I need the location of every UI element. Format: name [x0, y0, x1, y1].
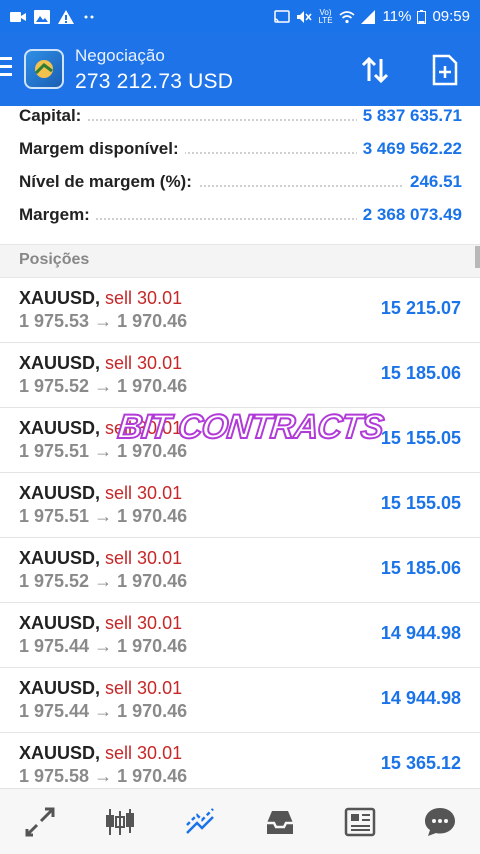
volte-label: Vo) LTE — [318, 7, 333, 25]
summary-value: 2 368 073.49 — [356, 205, 462, 225]
bottom-nav — [0, 788, 480, 854]
position-side: sell 30.01 — [105, 678, 183, 698]
position-symbol: XAUUSD, sell 30.01 — [19, 353, 183, 373]
position-row[interactable]: XAUUSD, sell 30.01 1 975.44 → 1 970.46 1… — [0, 603, 480, 668]
position-prices: 1 975.58 → 1 970.46 — [19, 766, 188, 786]
position-symbol: XAUUSD, sell 30.01 — [19, 483, 183, 503]
watermark: BIT CONTRACTS — [115, 407, 386, 447]
app-bar: Negociação 273 212.73 USD — [0, 33, 480, 106]
summary-row-margin: Margem: 2 368 073.49 — [19, 205, 462, 229]
position-row[interactable]: XAUUSD, sell 30.01 1 975.52 → 1 970.46 1… — [0, 343, 480, 408]
mute-icon — [297, 10, 313, 23]
positions-section-header: Posições — [0, 244, 480, 278]
position-profit: 15 155.05 — [380, 493, 461, 513]
position-symbol: XAUUSD, sell 30.01 — [19, 678, 183, 698]
summary-value: 3 469 562.22 — [356, 139, 462, 159]
mt-logo-icon — [24, 49, 64, 89]
video-notification-icon — [10, 11, 26, 22]
battery-text: 11% — [382, 8, 412, 25]
cast-icon — [274, 9, 291, 23]
summary-value: 5 837 635.71 — [356, 106, 462, 126]
position-row[interactable]: XAUUSD, sell 30.01 1 975.53 → 1 970.46 1… — [0, 278, 480, 343]
position-prices: 1 975.44 → 1 970.46 — [19, 636, 188, 656]
balance-label: 273 212.73 USD — [75, 70, 234, 93]
position-symbol: XAUUSD, sell 30.01 — [19, 548, 183, 568]
quotes-icon — [25, 807, 55, 836]
position-prices: 1 975.52 → 1 970.46 — [19, 376, 188, 396]
nav-history[interactable] — [240, 789, 320, 854]
wifi-icon — [339, 10, 355, 23]
position-profit: 14 944.98 — [380, 688, 461, 708]
image-notification-icon — [34, 9, 50, 24]
position-side: sell 30.01 — [105, 483, 183, 503]
position-side: sell 30.01 — [105, 288, 183, 308]
status-notifications — [10, 9, 98, 24]
position-symbol: XAUUSD, sell 30.01 — [19, 743, 183, 763]
nav-chart[interactable] — [80, 789, 160, 854]
battery-icon — [417, 9, 427, 24]
scrollbar[interactable] — [475, 246, 480, 268]
status-system: Vo) LTE 11% 09:59 — [274, 8, 470, 25]
summary-label: Margem: — [19, 205, 96, 225]
position-side: sell 30.01 — [105, 743, 183, 763]
position-symbol: XAUUSD, sell 30.01 — [19, 613, 183, 633]
news-icon — [344, 807, 376, 836]
position-profit: 15 365.12 — [380, 753, 461, 773]
account-summary: Capital: 5 837 635.71 Margem disponível:… — [0, 106, 480, 244]
sort-icon[interactable] — [358, 53, 392, 87]
nav-chat[interactable] — [400, 789, 480, 854]
summary-label: Margem disponível: — [19, 139, 185, 159]
position-profit: 15 215.07 — [380, 298, 461, 318]
position-prices: 1 975.44 → 1 970.46 — [19, 701, 188, 721]
signal-icon — [360, 9, 375, 24]
position-profit: 14 944.98 — [380, 623, 461, 643]
position-profit: 15 155.05 — [380, 428, 461, 448]
section-title: Posições — [19, 251, 90, 268]
position-side: sell 30.01 — [105, 548, 183, 568]
chat-icon — [425, 807, 455, 836]
nav-quotes[interactable] — [0, 789, 80, 854]
nav-trade[interactable] — [160, 789, 240, 854]
warning-icon — [58, 9, 74, 24]
clock: 09:59 — [432, 8, 470, 25]
position-side: sell 30.01 — [105, 613, 183, 633]
position-profit: 15 185.06 — [380, 363, 461, 383]
summary-row-capital: Capital: 5 837 635.71 — [19, 106, 462, 130]
position-side: sell 30.01 — [105, 353, 183, 373]
menu-icon[interactable] — [0, 57, 14, 79]
position-prices: 1 975.53 → 1 970.46 — [19, 311, 188, 331]
summary-value: 246.51 — [404, 172, 462, 192]
new-order-icon[interactable] — [428, 53, 462, 87]
position-prices: 1 975.52 → 1 970.46 — [19, 571, 188, 591]
position-profit: 15 185.06 — [380, 558, 461, 578]
trade-icon — [186, 807, 214, 834]
summary-row-margin-level: Nível de margem (%): 246.51 — [19, 172, 462, 196]
position-row[interactable]: XAUUSD, sell 30.01 1 975.44 → 1 970.46 1… — [0, 668, 480, 733]
status-bar: Vo) LTE 11% 09:59 — [0, 0, 480, 33]
position-prices: 1 975.51 → 1 970.46 — [19, 506, 188, 526]
page-title: Negociação — [75, 46, 165, 65]
summary-row-free-margin: Margem disponível: 3 469 562.22 — [19, 139, 462, 163]
position-symbol: XAUUSD, sell 30.01 — [19, 288, 183, 308]
summary-label: Nível de margem (%): — [19, 172, 198, 192]
nav-news[interactable] — [320, 789, 400, 854]
position-row[interactable]: XAUUSD, sell 30.01 1 975.52 → 1 970.46 1… — [0, 538, 480, 603]
summary-label: Capital: — [19, 106, 88, 126]
position-row[interactable]: XAUUSD, sell 30.01 1 975.51 → 1 970.46 1… — [0, 473, 480, 538]
more-notifications-icon — [84, 15, 94, 18]
history-icon — [267, 810, 293, 834]
chart-icon — [106, 808, 134, 835]
